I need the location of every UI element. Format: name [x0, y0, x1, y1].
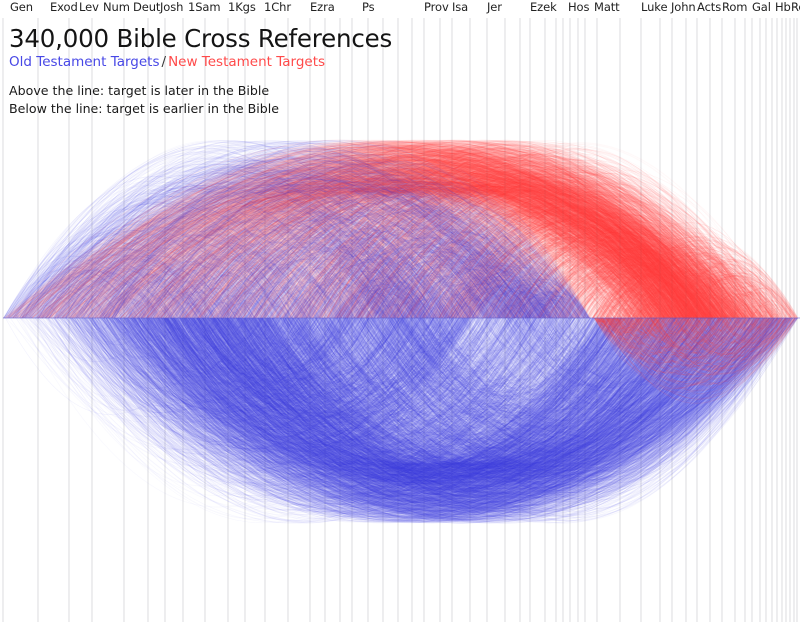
arcs-below-baseline	[5, 317, 799, 524]
cross-reference-arc-diagram: Gen Exod Lev Num Deut Josh 1Sam 1Kgs 1Chr Ezra Ps P…	[0, 0, 800, 640]
